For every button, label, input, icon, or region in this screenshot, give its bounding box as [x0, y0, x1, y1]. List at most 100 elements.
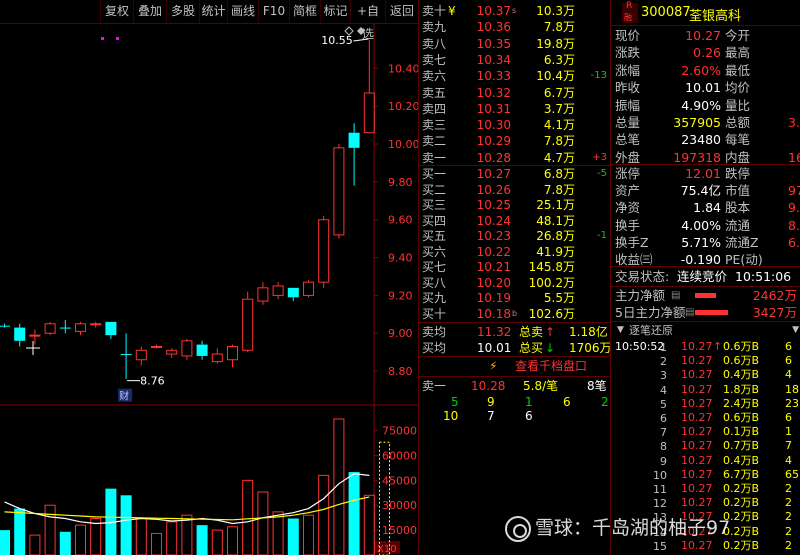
toolbar-button-7[interactable]: 标记	[320, 0, 350, 23]
candle-body[interactable]	[287, 287, 299, 298]
toolbar-button-4[interactable]: 画线	[227, 0, 258, 23]
quote-row: 总量 357905 总额 3.	[611, 114, 800, 131]
tick-volume: 0.1万B	[723, 425, 760, 439]
kline-chart[interactable]: 10.40 10.20 10.00 9.80 9.60 9.40 9.20 9.00 8.80 7…	[0, 24, 418, 555]
ask-level-row[interactable]: 卖四 10.31 3.7万	[419, 101, 611, 117]
bid-level-volume: 100.2万	[528, 275, 575, 290]
ask-level-volume: 6.7万	[543, 85, 575, 100]
volume-bar	[44, 504, 56, 555]
candle-body[interactable]	[166, 349, 178, 355]
candle-body[interactable]	[90, 323, 102, 326]
bid-level-volume: 41.9万	[536, 244, 575, 259]
view-thousand-level-button[interactable]: ⚡ 查看千档盘口	[419, 357, 611, 375]
chevron-down-icon[interactable]: ▼	[792, 322, 799, 339]
book-divider	[419, 376, 611, 377]
ask-level-row[interactable]: 卖六 10.33 10.4万 -13	[419, 68, 611, 84]
candle-body[interactable]	[348, 132, 360, 148]
toolbar-button-3[interactable]: 统计	[199, 0, 227, 23]
candle-body[interactable]	[151, 345, 162, 348]
ask-level-row[interactable]: 卖二 10.29 7.8万	[419, 133, 611, 149]
buy-arrow-icon: ↓	[545, 341, 556, 355]
toolbar-button-0[interactable]: 复权	[100, 0, 133, 23]
candle-body[interactable]	[333, 147, 345, 236]
candle-body[interactable]	[211, 353, 223, 363]
candle-body[interactable]	[14, 327, 26, 341]
chart-toolbar: 复权 叠加 多股 统计 画线 F10 简框 标记 +自选 返回	[0, 0, 418, 41]
bid-level-row[interactable]: 买一 10.27 6.8万 -5	[419, 166, 611, 182]
info-divider	[611, 25, 800, 26]
candle-body[interactable]	[0, 325, 10, 327]
ask-level-volume: 19.8万	[536, 36, 575, 51]
quote-row: 总笔 23480 每笔	[611, 131, 800, 148]
tick-count: 6	[785, 354, 792, 368]
candle-body[interactable]	[227, 345, 238, 361]
ticks-header[interactable]: ▼ 逐笔还原 ▼	[611, 322, 800, 339]
toolbar-button-9[interactable]: 返回	[385, 0, 418, 23]
ask-level-row[interactable]: 卖十 ¥10.37 s 10.3万	[419, 3, 611, 19]
avg-bid-row: 买均 10.01 总买 ↓ 1706万	[419, 340, 612, 356]
candle-body[interactable]	[135, 349, 147, 361]
bid-level-row[interactable]: 买三 10.25 25.1万	[419, 197, 611, 213]
candle-body[interactable]	[242, 298, 254, 351]
candle-body[interactable]	[257, 287, 269, 302]
tick-index: 2	[660, 355, 667, 369]
bid-level-row[interactable]: 买二 10.26 7.8万	[419, 182, 611, 198]
quote-key: 涨停	[615, 166, 641, 181]
tick-volume: 6.7万B	[723, 467, 760, 481]
bid-level-row[interactable]: 买六 10.22 41.9万	[419, 244, 611, 260]
quote-value: 10.27	[685, 28, 721, 43]
candle-body[interactable]	[363, 92, 375, 134]
quote-value: 357905	[673, 115, 721, 130]
candle-body[interactable]	[105, 321, 117, 336]
bid-level-row[interactable]: 买四 10.24 48.1万	[419, 213, 611, 229]
diamond-filled-icon[interactable]	[357, 27, 365, 35]
bid-level-row[interactable]: 买十 10.18 b 102.6万	[419, 306, 611, 322]
tick-count: 2	[785, 524, 792, 538]
toolbar-button-6[interactable]: 简框	[289, 0, 320, 23]
bid-level-row[interactable]: 买七 10.21 145.8万	[419, 259, 611, 275]
margin-badge-top: R	[626, 1, 633, 11]
candle-body[interactable]	[120, 354, 132, 356]
toolbar-button-5[interactable]: F10	[258, 0, 289, 23]
candle-body[interactable]	[59, 327, 71, 329]
candle-body[interactable]	[196, 344, 208, 356]
toolbar-button-8[interactable]: +自选	[350, 0, 385, 41]
toolbar-button-2[interactable]: 多股	[166, 0, 199, 23]
ask-level-row[interactable]: 卖七 10.34 6.3万	[419, 52, 611, 68]
candle-body[interactable]	[272, 285, 284, 296]
bid-level-price: 10.22	[476, 244, 511, 259]
ask-level-label: 卖八	[422, 36, 447, 51]
candle-body[interactable]	[181, 340, 193, 357]
tick-row: 10.27 0.6万B 6	[611, 354, 800, 368]
candle-body[interactable]	[303, 281, 314, 296]
ask-level-row[interactable]: 卖五 10.32 6.7万	[419, 85, 611, 101]
ask-level-label: 卖七	[422, 52, 447, 67]
ask-level-row[interactable]: 卖八 10.35 19.8万	[419, 36, 611, 52]
quote-value: 75.4亿	[680, 183, 721, 199]
quote-info-panel: R 融 300087 荃银高科 现价 10.27 今开 涨跌 0.26 最高 涨幅 2.60% 最低 昨收…	[610, 0, 800, 555]
candle-body[interactable]	[75, 323, 86, 332]
ask-level-label: 卖六	[422, 69, 447, 84]
bid-level-volume: 25.1万	[536, 198, 575, 212]
candle-body[interactable]	[44, 323, 56, 334]
bid-level-row[interactable]: 买五 10.23 26.8万 -1	[419, 228, 611, 244]
bid-level-row[interactable]: 买九 10.19 5.5万	[419, 290, 611, 306]
volume-bar	[211, 529, 223, 555]
ask-level-row[interactable]: 卖九 10.36 7.8万	[419, 19, 611, 35]
candle-body[interactable]	[318, 219, 330, 283]
ask-level-label: 卖十	[422, 4, 447, 18]
list-icon[interactable]: ▤	[685, 304, 694, 321]
toolbar-button-1[interactable]: 叠加	[133, 0, 166, 23]
ask-level-row[interactable]: 卖一 10.28 4.7万 +3	[419, 150, 611, 166]
quote-key: 均价	[725, 80, 751, 96]
list-icon[interactable]: ▤	[671, 287, 680, 304]
tick-index: 4	[660, 383, 667, 397]
chevron-down-icon[interactable]: ▼	[617, 322, 624, 339]
candle-body[interactable]	[29, 334, 41, 337]
ask-level-row[interactable]: 卖三 10.30 4.1万	[419, 117, 611, 133]
book-divider	[419, 322, 611, 323]
avg-bid-value: 10.01	[477, 341, 512, 355]
bid-level-row[interactable]: 买八 10.20 100.2万	[419, 275, 611, 291]
quote-row: 涨停 12.01 跌停	[611, 165, 800, 182]
bid-level-volume: 5.5万	[543, 291, 575, 305]
